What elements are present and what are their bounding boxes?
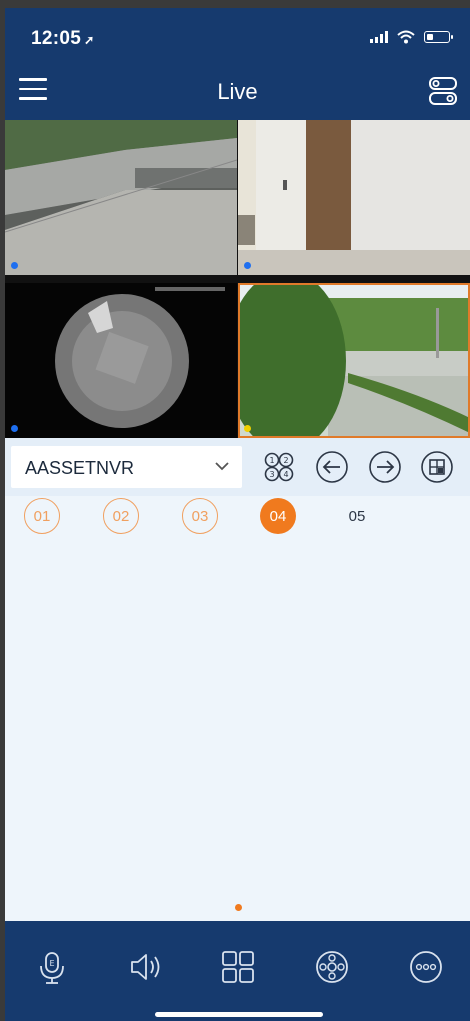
- camera-status-dot: [11, 262, 18, 269]
- grid-icon[interactable]: [218, 947, 258, 987]
- camera-status-dot: [11, 425, 18, 432]
- svg-text:E: E: [49, 959, 54, 968]
- device-settings-icon[interactable]: [428, 75, 458, 107]
- camera-view-4[interactable]: [238, 283, 470, 438]
- top-bar: 12:05 ➚ Live: [5, 8, 470, 120]
- camera-view-3[interactable]: [5, 283, 237, 438]
- bottom-toolbar: E: [5, 921, 470, 1021]
- svg-text:3: 3: [269, 470, 274, 479]
- home-indicator[interactable]: [155, 1012, 323, 1017]
- camera-view-2[interactable]: [238, 120, 470, 275]
- svg-text:1: 1: [269, 456, 274, 465]
- talk-icon[interactable]: E: [32, 947, 72, 987]
- status-time: 12:05 ➚: [31, 28, 94, 50]
- camera-view-1[interactable]: [5, 120, 237, 275]
- ptz-icon[interactable]: [312, 947, 352, 987]
- channel-button-04[interactable]: 04: [260, 498, 296, 534]
- chevron-down-icon: [215, 462, 229, 471]
- previous-icon[interactable]: [315, 450, 349, 484]
- wifi-icon: [397, 30, 415, 44]
- channel-button-01[interactable]: 01: [24, 498, 60, 534]
- split-view-icon[interactable]: 1 2 3 4: [262, 450, 296, 484]
- svg-text:4: 4: [283, 470, 288, 479]
- audio-icon[interactable]: [126, 947, 166, 987]
- channel-button-05[interactable]: 05: [339, 498, 375, 534]
- status-icons: [370, 30, 453, 44]
- layout-icon[interactable]: [420, 450, 454, 484]
- battery-icon: [424, 31, 453, 43]
- channel-button-02[interactable]: 02: [103, 498, 139, 534]
- device-toolbar: AASSETNVR 1 2 3 4: [5, 438, 470, 496]
- camera-status-dot: [244, 425, 251, 432]
- live-video-grid: [5, 120, 470, 438]
- page-title: Live: [217, 79, 258, 104]
- channel-button-03[interactable]: 03: [182, 498, 218, 534]
- clock: 12:05: [31, 28, 82, 49]
- svg-text:2: 2: [283, 456, 288, 465]
- more-icon[interactable]: [406, 947, 446, 987]
- camera-status-dot: [244, 262, 251, 269]
- device-name: AASSETNVR: [25, 458, 135, 478]
- next-icon[interactable]: [368, 450, 402, 484]
- signal-icon: [370, 31, 388, 43]
- location-icon: ➚: [84, 33, 95, 47]
- device-select[interactable]: AASSETNVR: [11, 446, 242, 488]
- page-indicator: [235, 904, 242, 911]
- app-screen: 12:05 ➚ Live AASSETNVR 1 2 3 4 01 02 03 …: [5, 8, 470, 1021]
